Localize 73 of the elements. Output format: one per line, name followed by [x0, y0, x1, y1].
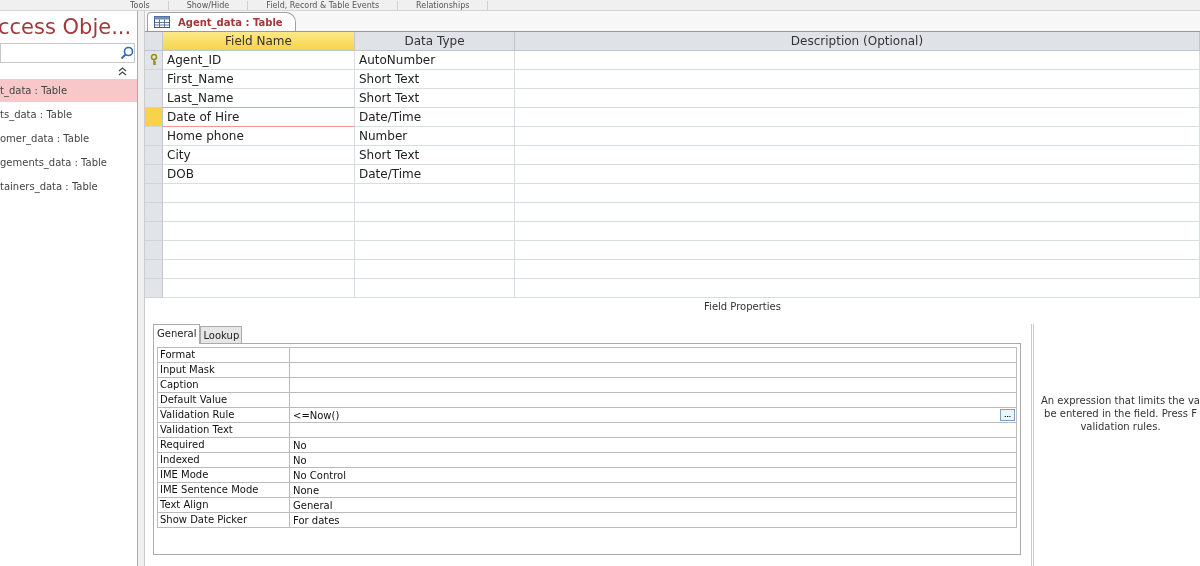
table-cell: Agent_ID — [163, 51, 355, 70]
navigation-item[interactable]: gements_data : Table — [0, 151, 137, 174]
builder-button[interactable]: ... — [1000, 409, 1015, 421]
row-selector[interactable] — [145, 222, 163, 241]
row-selector[interactable] — [145, 70, 163, 89]
property-label: Text Align — [158, 498, 290, 513]
property-value-field[interactable]: No Control — [290, 468, 1016, 483]
property-value-field[interactable]: For dates — [290, 513, 1016, 528]
help-text: An expression that limits the va be entered in the field. Press F validation rules. — [1041, 394, 1200, 434]
row-selector[interactable] — [145, 241, 163, 260]
column-header: Description (Optional) — [515, 32, 1200, 51]
property-value-field[interactable]: None — [290, 483, 1016, 498]
table-cell: Short Text — [355, 146, 515, 165]
row-selector[interactable] — [145, 127, 163, 146]
property-label: Required — [158, 438, 290, 453]
row-selector[interactable] — [145, 184, 163, 203]
select-all-corner[interactable] — [145, 32, 163, 51]
search-field[interactable] — [0, 43, 135, 63]
row-selector[interactable] — [145, 108, 163, 127]
property-label: Indexed — [158, 453, 290, 468]
property-tab[interactable]: Lookup — [200, 326, 243, 344]
property-tab[interactable]: General — [153, 324, 201, 344]
column-header: Field Name — [163, 32, 355, 51]
navigation-item[interactable]: omer_data : Table — [0, 127, 137, 150]
table-cell: Date of Hire — [163, 107, 355, 127]
property-value-field[interactable]: No — [290, 438, 1016, 453]
navigation-item[interactable]: tainers_data : Table — [0, 175, 137, 198]
property-label: Caption — [158, 378, 290, 393]
document-tab-label: Agent_data : Table — [178, 16, 283, 28]
navigation-item[interactable]: t_data : Table — [0, 79, 137, 102]
property-value-field[interactable]: General — [290, 498, 1016, 513]
ribbon-group-label: Tools — [112, 1, 169, 10]
table-icon — [154, 16, 170, 28]
table-cell: DOB — [163, 165, 355, 184]
row-selector[interactable] — [145, 203, 163, 222]
table-cell: AutoNumber — [355, 51, 515, 70]
table-cell: Date/Time — [355, 108, 515, 127]
row-selector[interactable] — [145, 51, 163, 70]
column-header: Data Type — [355, 32, 515, 51]
table-cell: Last_Name — [163, 89, 355, 108]
property-label: Default Value — [158, 393, 290, 408]
ribbon-group-label: Show/Hide — [168, 1, 249, 10]
table-cell: Home phone — [163, 127, 355, 146]
table-cell: Date/Time — [355, 165, 515, 184]
row-selector[interactable] — [145, 146, 163, 165]
document-tab[interactable]: Agent_data : Table — [147, 12, 296, 31]
property-label: Validation Rule — [158, 408, 290, 423]
property-value-field[interactable]: No — [290, 453, 1016, 468]
property-label: Show Date Picker — [158, 513, 290, 528]
row-selector[interactable] — [145, 279, 163, 298]
property-label: Validation Text — [158, 423, 290, 438]
row-selector[interactable] — [145, 260, 163, 279]
search-icon — [120, 46, 134, 60]
pane-splitter[interactable] — [138, 11, 145, 566]
property-label: Input Mask — [158, 363, 290, 378]
table-cell: Short Text — [355, 70, 515, 89]
ribbon-group-label: Relationships — [398, 1, 489, 10]
collapse-group-icon[interactable] — [118, 67, 127, 76]
ribbon-group-label: Field, Record & Table Events — [248, 1, 399, 10]
key-icon — [149, 54, 158, 66]
row-selector[interactable] — [145, 89, 163, 108]
property-label: Format — [158, 348, 290, 363]
section-title: Field Properties — [703, 300, 782, 314]
row-selector[interactable] — [145, 165, 163, 184]
property-label: IME Sentence Mode — [158, 483, 290, 498]
navigation-pane-title: ccess Obje... — [0, 15, 132, 39]
table-cell: First_Name — [163, 70, 355, 89]
navigation-item[interactable]: ts_data : Table — [0, 103, 137, 126]
table-cell: Short Text — [355, 89, 515, 108]
property-label: IME Mode — [158, 468, 290, 483]
table-cell: Number — [355, 127, 515, 146]
table-cell: City — [163, 146, 355, 165]
property-value-field[interactable]: <=Now() ... — [290, 408, 1016, 423]
